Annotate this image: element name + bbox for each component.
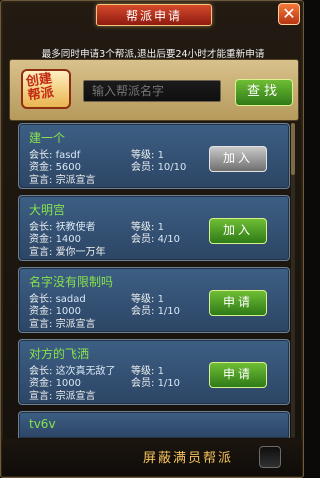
- members-value: 1/10: [157, 306, 181, 317]
- members-value: 4/10: [157, 234, 181, 245]
- declaration-value: 宗派宣言: [55, 391, 96, 402]
- guild-declaration: 宣言: 宗派宣言: [29, 171, 96, 186]
- guild-name: 对方的飞洒: [29, 347, 90, 361]
- guild-members: 会员: 10/10: [131, 158, 186, 173]
- hide-full-guilds-checkbox[interactable]: [259, 446, 281, 468]
- guild-card[interactable]: 名字没有限制吗 会长: sadad 等级: 1 资金: 1000 会员: 1/1…: [18, 267, 290, 333]
- guild-declaration: 宣言: 宗派宣言: [29, 387, 96, 402]
- declaration-label: 宣言:: [29, 247, 53, 258]
- window-title: 帮派申请: [125, 9, 182, 23]
- declaration-label: 宣言:: [29, 175, 53, 186]
- window-title-bar: 帮派申请: [96, 4, 212, 26]
- members-label: 会员:: [131, 162, 155, 173]
- declaration-value: 宗派宣言: [55, 175, 96, 186]
- members-label: 会员:: [131, 378, 155, 389]
- guild-card[interactable]: tv6v: [18, 411, 290, 438]
- search-button[interactable]: 查找: [235, 79, 293, 106]
- guild-list-scrollbar[interactable]: [291, 123, 295, 438]
- scroll-thumb[interactable]: [291, 123, 295, 175]
- members-label: 会员:: [131, 306, 155, 317]
- declaration-label: 宣言:: [29, 319, 53, 330]
- guild-card[interactable]: 对方的飞洒 会长: 这次真无敌了 等级: 1 资金: 1000 会员: 1/10…: [18, 339, 290, 405]
- join-button[interactable]: 加入: [209, 146, 267, 172]
- guild-name: 大明宫: [29, 203, 66, 217]
- apply-button[interactable]: 申请: [209, 362, 267, 388]
- create-guild-logo[interactable]: 创建 帮派: [21, 69, 71, 109]
- apply-limit-notice: 最多同时申请3个帮派,退出后要24小时才能重新申请: [41, 49, 265, 60]
- members-value: 1/10: [157, 378, 181, 389]
- declaration-value: 宗派宣言: [55, 319, 96, 330]
- close-icon: ✕: [282, 4, 296, 23]
- guild-members: 会员: 1/10: [131, 302, 180, 317]
- guild-name-search-input[interactable]: [83, 80, 221, 102]
- members-label: 会员:: [131, 234, 155, 245]
- guild-list[interactable]: 建一个 会长: fasdf 等级: 1 资金: 5600 会员: 10/10 宣…: [9, 117, 297, 439]
- join-button[interactable]: 加入: [209, 218, 267, 244]
- guild-members: 会员: 1/10: [131, 374, 180, 389]
- guild-name: 名字没有限制吗: [29, 275, 114, 289]
- guild-declaration: 宣言: 宗派宣言: [29, 315, 96, 330]
- guild-apply-window: 帮派申请 ✕ 最多同时申请3个帮派,退出后要24小时才能重新申请 创建 帮派 查…: [0, 0, 304, 478]
- guild-card[interactable]: 建一个 会长: fasdf 等级: 1 资金: 5600 会员: 10/10 宣…: [18, 123, 290, 189]
- members-value: 10/10: [157, 162, 187, 173]
- declaration-value: 爱你一万年: [55, 247, 106, 258]
- guild-declaration: 宣言: 爱你一万年: [29, 243, 106, 258]
- guild-members: 会员: 4/10: [131, 230, 180, 245]
- guild-name: tv6v: [29, 417, 56, 431]
- apply-button[interactable]: 申请: [209, 290, 267, 316]
- create-guild-logo-text: 创建 帮派: [25, 71, 55, 104]
- close-button[interactable]: ✕: [278, 3, 300, 25]
- guild-card[interactable]: 大明宫 会长: 祆教使者 等级: 1 资金: 1400 会员: 4/10 宣言:…: [18, 195, 290, 261]
- declaration-label: 宣言:: [29, 391, 53, 402]
- hide-full-guilds-label: 屏蔽满员帮派: [143, 451, 234, 466]
- guild-name: 建一个: [29, 131, 66, 145]
